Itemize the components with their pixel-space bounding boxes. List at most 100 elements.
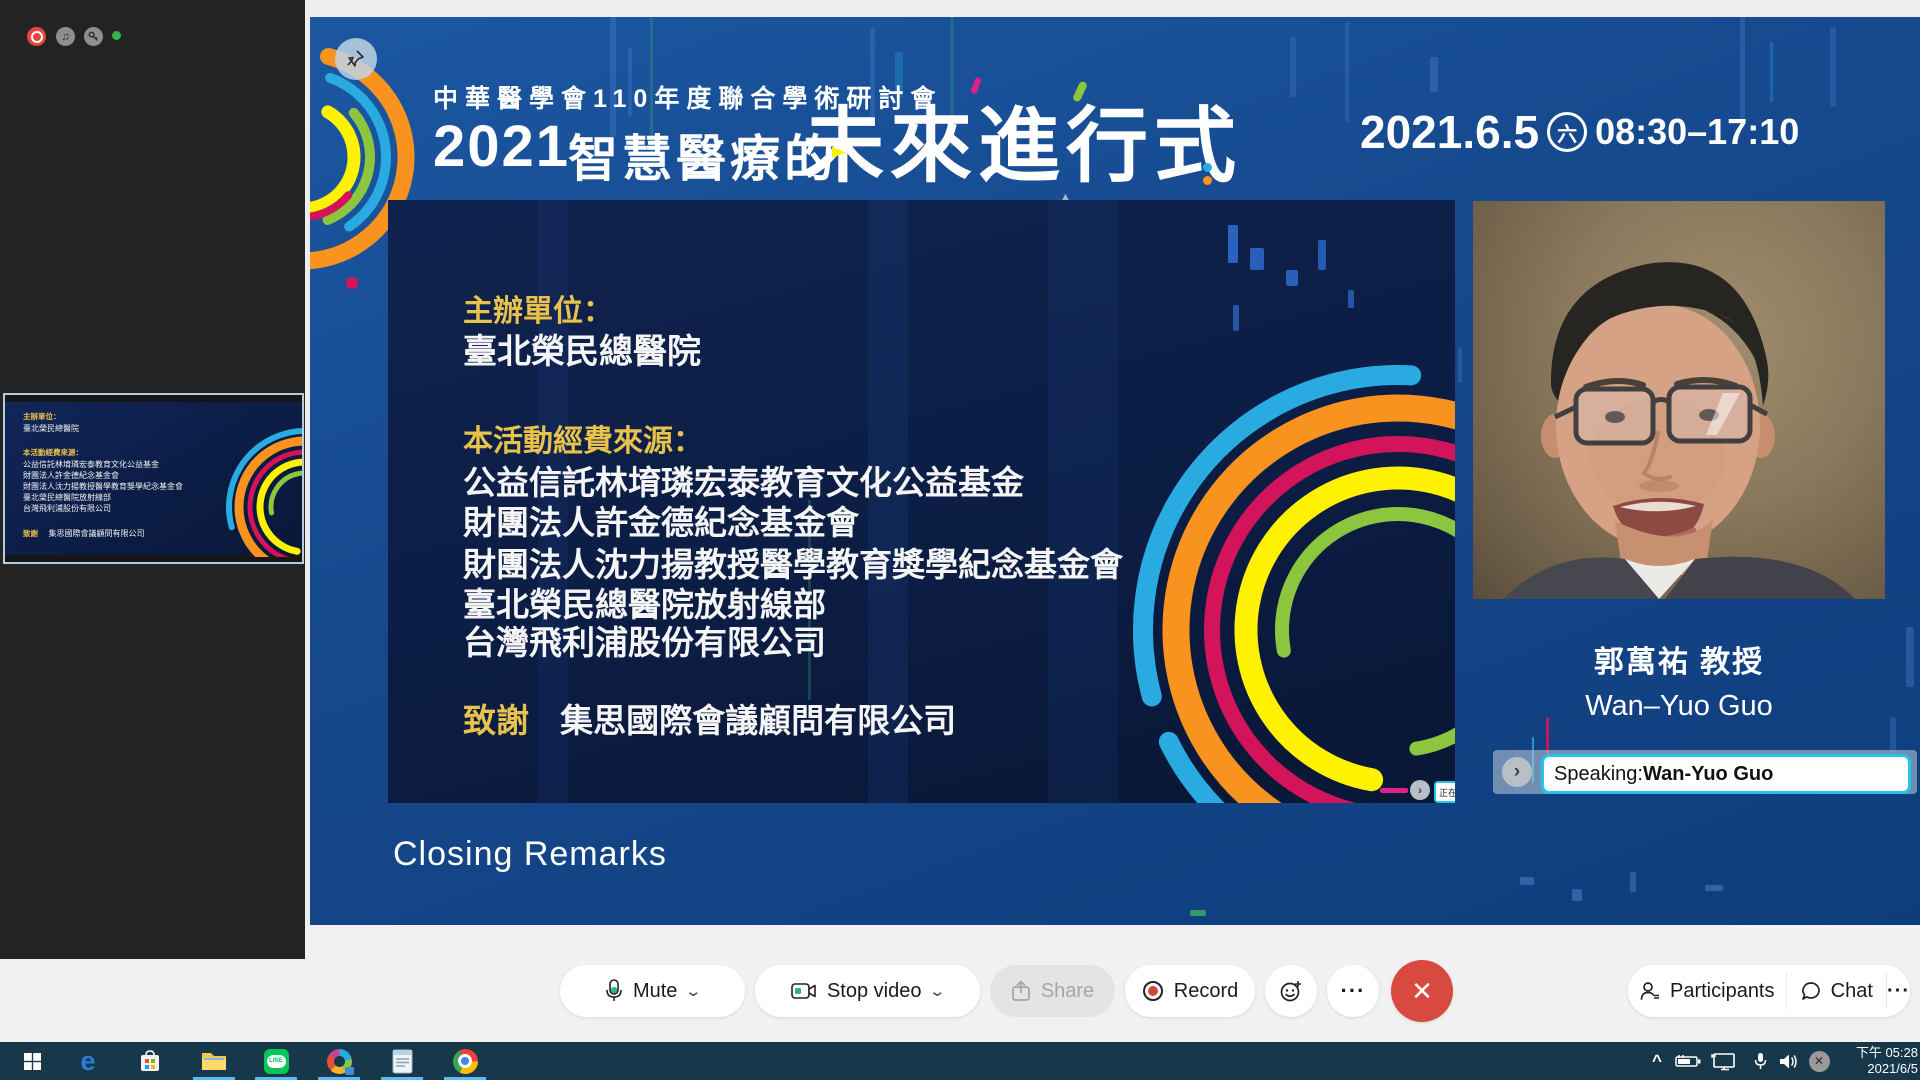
event-time: 08:30–17:10	[1595, 111, 1799, 153]
funder-line: 台灣飛利浦股份有限公司	[463, 616, 826, 664]
speaking-name: Wan-Yuo Guo	[1643, 763, 1773, 786]
microsoft-store-icon	[139, 1049, 161, 1073]
desktop-screen: 中華醫學會110年度聯合學術研討會 2021 智慧醫療的 未來進行式 2021.…	[0, 0, 1920, 1080]
mini-speaking-expand-button[interactable]: ›	[1410, 780, 1430, 800]
more-panels-button[interactable]: ···	[1887, 965, 1910, 1017]
mini-host: 臺北榮民總醫院	[23, 423, 79, 434]
mini-thanks-line: 致謝 集思國際會議顧問有限公司	[23, 523, 144, 541]
mini-thanks-label: 致謝	[23, 529, 38, 538]
key-icon	[88, 31, 99, 42]
smiley-plus-icon	[1279, 979, 1303, 1003]
stop-video-label: Stop video	[827, 980, 922, 1003]
thanks-name: 集思國際會議顧問有限公司	[560, 702, 956, 739]
speaker-video-tile[interactable]	[1473, 201, 1885, 599]
screen-recorder-app-icon	[327, 1049, 352, 1074]
chat-button[interactable]: Chat	[1786, 965, 1886, 1017]
record-label: Record	[1174, 980, 1238, 1003]
title-big: 未來進行式	[802, 79, 1242, 198]
mini-funder: 台灣飛利浦股份有限公司	[23, 503, 111, 514]
title-accent-cyan-dot	[1203, 163, 1212, 172]
clock-date: 2021/6/5	[1834, 1061, 1918, 1077]
title-mid: 智慧醫療的	[568, 119, 838, 191]
share-button[interactable]: Share	[990, 965, 1115, 1017]
speaker-name-block: 郭萬祐 教授 Wan–Yuo Guo	[1473, 637, 1885, 723]
mini-funder: 財團法人沈力揚教授醫學教育獎學紀念基金會	[23, 481, 183, 492]
chat-bubble-icon	[1800, 980, 1822, 1002]
session-title: Closing Remarks	[393, 835, 667, 874]
mute-button[interactable]: Mute ⌄	[560, 965, 745, 1017]
record-ring-icon	[31, 31, 43, 43]
record-icon	[1142, 980, 1164, 1002]
tray-display-icon[interactable]	[1706, 1042, 1740, 1080]
tray-volume-icon[interactable]	[1774, 1042, 1804, 1080]
record-indicator-button[interactable]	[27, 27, 46, 46]
speaker-portrait	[1473, 201, 1885, 599]
more-options-button[interactable]: ···	[1327, 965, 1379, 1017]
weekday-badge: 六	[1547, 112, 1587, 152]
slide-ring-graphic	[1028, 200, 1455, 803]
funding-label: 本活動經費來源：	[463, 416, 703, 460]
title-year: 2021	[433, 113, 570, 180]
taskbar-line-button[interactable]: LINE	[252, 1042, 300, 1080]
taskbar-recorder-button[interactable]	[315, 1042, 363, 1080]
taskbar-clock[interactable]: 下午 05:28 2021/6/5	[1834, 1045, 1918, 1077]
mini-funder: 公益信託林堉璘宏泰教育文化公益基金	[23, 459, 159, 470]
taskbar-store-button[interactable]	[126, 1042, 174, 1080]
tray-microphone-icon[interactable]	[1748, 1042, 1772, 1080]
thanks-label: 致謝	[463, 702, 529, 739]
chat-label: Chat	[1831, 980, 1873, 1003]
speaking-indicator-box: Speaking: Wan-Yuo Guo	[1541, 754, 1911, 794]
speaker-name-zh: 郭萬祐 教授	[1473, 637, 1885, 681]
record-button[interactable]: Record	[1125, 965, 1255, 1017]
mini-host-label: 主辦單位：	[23, 411, 61, 422]
pin-content-button[interactable]	[335, 38, 377, 80]
mini-funder: 臺北榮民總醫院放射線部	[23, 492, 111, 503]
thanks-line: 致謝 集思國際會議顧問有限公司	[463, 694, 956, 742]
mute-label: Mute	[633, 980, 677, 1003]
video-options-chevron-icon[interactable]: ⌄	[929, 982, 947, 1000]
shared-content-stage: 中華醫學會110年度聯合學術研討會 2021 智慧醫療的 未來進行式 2021.…	[310, 17, 1920, 925]
chrome-icon	[453, 1049, 478, 1074]
tray-battery-icon[interactable]	[1672, 1042, 1704, 1080]
mini-speaking-box: 正在	[1434, 781, 1455, 803]
mini-funding-label: 本活動經費來源：	[23, 447, 83, 458]
leave-meeting-button[interactable]: ✕	[1391, 960, 1453, 1022]
start-button[interactable]	[8, 1042, 56, 1080]
speaking-prefix: Speaking:	[1554, 763, 1643, 786]
speaker-name-en: Wan–Yuo Guo	[1473, 690, 1885, 723]
participants-icon	[1639, 980, 1661, 1002]
audio-capture-button[interactable]: ♫	[56, 27, 75, 46]
tray-app-close-icon[interactable]: ✕	[1806, 1042, 1832, 1080]
share-label: Share	[1041, 980, 1094, 1003]
clock-time: 下午 05:28	[1834, 1045, 1918, 1061]
speaking-indicator-strip: › Speaking: Wan-Yuo Guo	[1493, 750, 1917, 794]
taskbar-edge-button[interactable]: e	[64, 1042, 112, 1080]
windows-taskbar: e LINE	[0, 1042, 1920, 1080]
taskbar-notepad-button[interactable]	[378, 1042, 426, 1080]
powerpoint-slide: 主辦單位： 臺北榮民總醫院 本活動經費來源： 公益信託林堉璘宏泰教育文化公益基金…	[388, 200, 1455, 803]
windows-logo-icon	[24, 1053, 41, 1070]
tray-show-hidden-icons-button[interactable]: ^	[1644, 1042, 1670, 1080]
slide-magenta-streak	[1380, 788, 1408, 793]
reactions-button[interactable]	[1265, 965, 1317, 1017]
speaking-collapse-button[interactable]: ›	[1502, 757, 1532, 787]
taskbar-file-explorer-button[interactable]	[190, 1042, 238, 1080]
key-settings-button[interactable]	[84, 27, 103, 46]
microphone-icon	[605, 979, 623, 1003]
event-date-row: 2021.6.5 六 08:30–17:10	[1360, 105, 1799, 159]
stop-video-button[interactable]: Stop video ⌄	[755, 965, 980, 1017]
mini-funder: 財團法人許金德紀念基金會	[23, 470, 119, 481]
taskbar-chrome-button[interactable]	[441, 1042, 489, 1080]
mute-options-chevron-icon[interactable]: ⌄	[685, 982, 703, 1000]
funder-line: 財團法人許金德紀念基金會	[463, 496, 859, 544]
line-app-icon: LINE	[264, 1049, 289, 1074]
share-icon	[1011, 980, 1031, 1002]
panel-buttons-group: Participants Chat ···	[1628, 965, 1910, 1017]
participants-label: Participants	[1670, 980, 1775, 1003]
mini-thanks: 集思國際會議顧問有限公司	[48, 529, 144, 538]
host-name: 臺北榮民總醫院	[463, 324, 701, 373]
shared-slide-thumbnail[interactable]: 主辦單位： 臺北榮民總醫院 本活動經費來源： 公益信託林堉璘宏泰教育文化公益基金…	[3, 393, 304, 564]
participants-button[interactable]: Participants	[1628, 965, 1786, 1017]
thumbnail-letterbox	[5, 395, 302, 402]
event-date: 2021.6.5	[1360, 105, 1539, 159]
